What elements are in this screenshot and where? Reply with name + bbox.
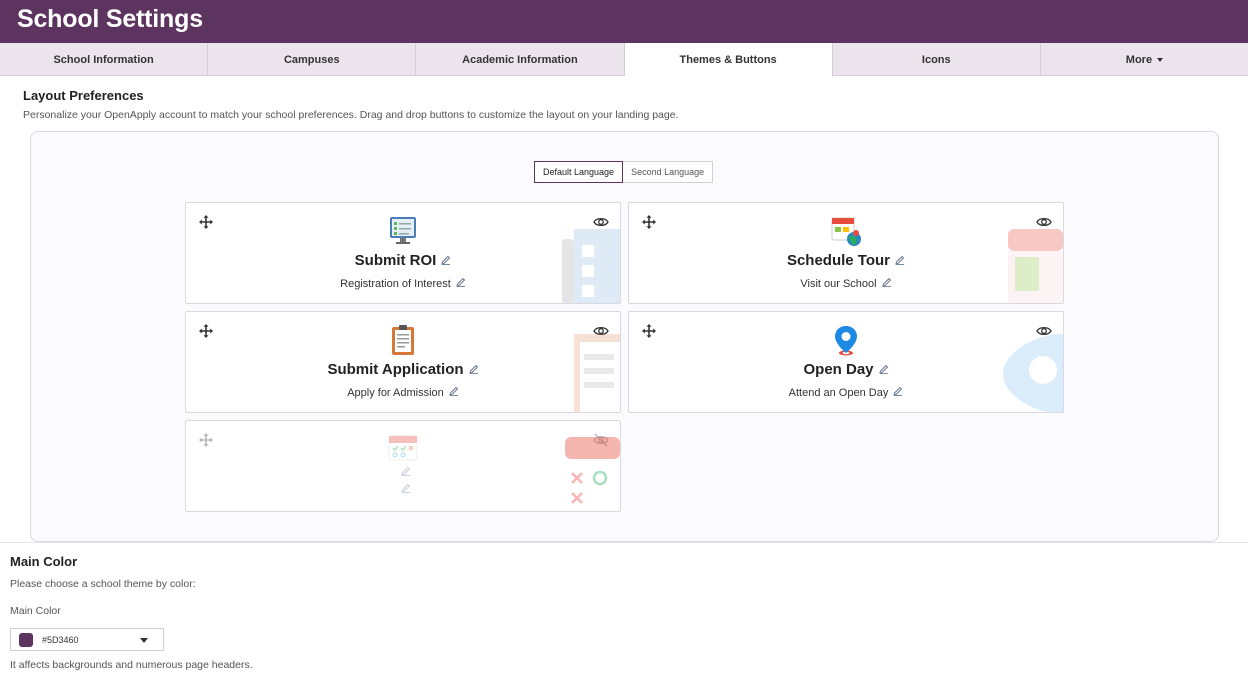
page-title: School Settings: [17, 5, 203, 33]
layout-preferences-description: Personalize your OpenApply account to ma…: [23, 109, 679, 121]
location-pin-icon: [835, 326, 857, 356]
card-title: Submit ROI: [186, 252, 620, 269]
language-toggle: Default Language Second Language: [534, 161, 714, 183]
decorative-calendar-check-graphic: [565, 437, 620, 504]
card-subtitle: Apply for Admission: [186, 386, 620, 399]
section-divider: [0, 542, 1248, 543]
main-color-title: Main Color: [10, 554, 78, 569]
default-language-button[interactable]: Default Language: [534, 161, 624, 183]
tab-more-dropdown[interactable]: More: [1041, 43, 1248, 76]
tab-school-information[interactable]: School Information: [0, 43, 209, 76]
edit-pencil-icon[interactable]: [400, 466, 411, 476]
decorative-calendar-graphic: [1008, 229, 1063, 303]
drag-handle-icon[interactable]: [642, 324, 656, 338]
caret-down-icon: [140, 638, 148, 643]
calendar-globe-icon: [831, 217, 861, 246]
button-card-schedule-tour[interactable]: Schedule Tour Visit our School: [628, 202, 1064, 304]
edit-pencil-icon[interactable]: [441, 255, 451, 265]
tab-academic-information[interactable]: Academic Information: [416, 43, 625, 76]
main-color-field-label: Main Color: [10, 605, 61, 617]
edit-pencil-icon[interactable]: [893, 386, 903, 396]
button-card-submit-application[interactable]: Submit Application Apply for Admission: [185, 311, 621, 413]
card-title: [186, 466, 620, 479]
card-subtitle: Registration of Interest: [186, 277, 620, 290]
drag-handle-icon[interactable]: [199, 215, 213, 229]
tab-icons[interactable]: Icons: [833, 43, 1041, 76]
clipboard-icon: [392, 325, 414, 355]
edit-pencil-icon[interactable]: [456, 277, 466, 287]
drag-handle-icon[interactable]: [199, 324, 213, 338]
decorative-checklist-graphic: [562, 229, 620, 303]
main-color-select[interactable]: #5D3460: [10, 628, 164, 651]
drag-handle-icon[interactable]: [199, 433, 213, 447]
edit-pencil-icon[interactable]: [449, 386, 459, 396]
card-subtitle: Attend an Open Day: [629, 386, 1063, 399]
edit-pencil-icon[interactable]: [400, 483, 411, 493]
tab-themes-buttons[interactable]: Themes & Buttons: [624, 43, 833, 77]
card-subtitle: Visit our School: [629, 277, 1063, 290]
settings-tabs: School Information Campuses Academic Inf…: [0, 43, 1248, 77]
decorative-clipboard-graphic: [574, 334, 620, 412]
main-color-description: Please choose a school theme by color:: [10, 578, 196, 590]
button-card-open-day[interactable]: Open Day Attend an Open Day: [628, 311, 1064, 413]
edit-pencil-icon[interactable]: [881, 277, 892, 287]
caret-down-icon: [1157, 57, 1164, 62]
edit-pencil-icon[interactable]: [895, 255, 905, 265]
checklist-icon: [390, 217, 416, 244]
tab-campuses[interactable]: Campuses: [208, 43, 417, 76]
decorative-pin-graphic: [1003, 334, 1063, 412]
second-language-button[interactable]: Second Language: [623, 161, 714, 183]
calendar-check-icon: [388, 435, 418, 461]
card-title: Open Day: [629, 361, 1063, 378]
edit-pencil-icon[interactable]: [468, 364, 479, 374]
card-title: Schedule Tour: [629, 252, 1063, 269]
top-header: School Settings: [0, 0, 1248, 43]
color-hex-value: #5D3460: [42, 634, 79, 645]
card-title: Submit Application: [186, 361, 620, 378]
button-card-submit-roi[interactable]: Submit ROI Registration of Interest: [185, 202, 621, 304]
color-swatch: [19, 632, 33, 647]
button-card-hidden[interactable]: [185, 420, 621, 512]
edit-pencil-icon[interactable]: [878, 364, 889, 374]
layout-preferences-title: Layout Preferences: [23, 88, 144, 103]
main-color-note: It affects backgrounds and numerous page…: [10, 659, 253, 671]
drag-handle-icon[interactable]: [642, 215, 656, 229]
card-subtitle: [186, 483, 620, 496]
